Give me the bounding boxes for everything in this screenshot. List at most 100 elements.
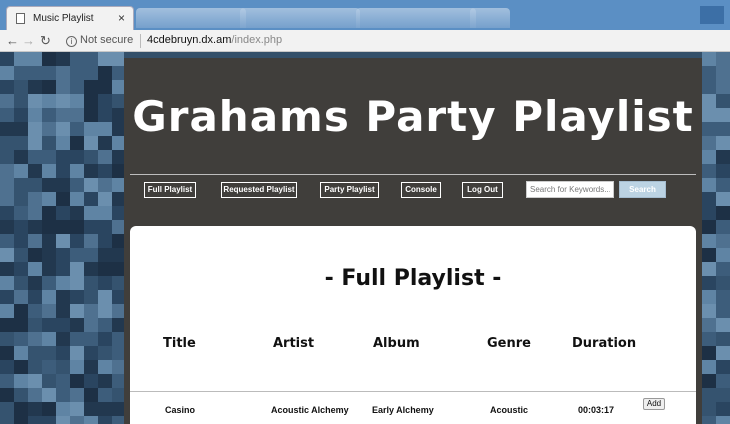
browser-tab-active[interactable]: Music Playlist × [6, 6, 134, 30]
browser-tab-strip: Music Playlist × [0, 0, 730, 30]
camo-tile [716, 94, 730, 108]
camo-tile [98, 234, 112, 248]
column-header-artist: Artist [273, 336, 315, 351]
cell-genre: Acoustic [490, 405, 529, 415]
search-input[interactable] [526, 181, 614, 198]
page-background: Grahams Party Playlist Full Playlist Req… [0, 52, 730, 424]
camo-tile [716, 52, 730, 66]
camo-tile [14, 332, 28, 346]
camo-tile [702, 248, 716, 262]
camo-tile [28, 234, 42, 248]
camo-tile [716, 360, 730, 374]
camo-tile [70, 178, 84, 192]
browser-tab-background[interactable] [240, 8, 360, 28]
camo-tile [70, 304, 84, 318]
url-field[interactable]: 4cdebruyn.dx.am/index.php [147, 34, 282, 46]
camo-tile [112, 234, 124, 248]
camo-tile [42, 234, 56, 248]
camo-tile [112, 304, 124, 318]
camo-tile [28, 206, 42, 220]
url-host: 4cdebruyn.dx.am [147, 34, 232, 46]
camo-tile [716, 66, 730, 80]
camo-tile [702, 290, 716, 304]
add-song-button[interactable]: Add [643, 398, 665, 410]
camo-tile [84, 234, 98, 248]
camo-tile [84, 108, 98, 122]
security-indicator[interactable]: i Not secure [66, 34, 133, 47]
column-header-album: Album [373, 336, 420, 351]
url-path: /index.php [231, 34, 283, 46]
camo-tile [716, 318, 730, 332]
camo-tile [14, 290, 28, 304]
camo-tile [112, 346, 124, 360]
playlist-card: - Full Playlist - Title Artist Album Gen… [130, 226, 696, 424]
camo-tile [112, 318, 124, 332]
page-icon [16, 13, 25, 24]
camo-tile [112, 276, 124, 290]
camo-tile [28, 220, 42, 234]
divider [140, 34, 141, 48]
camo-tile [56, 290, 70, 304]
camo-tile [112, 388, 124, 402]
camo-tile [28, 374, 42, 388]
camo-tile [84, 262, 98, 276]
camo-tile [70, 360, 84, 374]
camo-tile [98, 108, 112, 122]
row-divider [130, 391, 696, 392]
cell-album: Early Alchemy [372, 405, 434, 415]
window-control[interactable] [700, 6, 724, 24]
browser-tab-background[interactable] [136, 8, 246, 28]
forward-arrow-icon[interactable]: → [22, 33, 35, 48]
camo-tile [42, 416, 56, 424]
new-tab-button[interactable] [470, 8, 510, 28]
secure-label: Not secure [80, 34, 134, 46]
camo-tile [112, 66, 124, 80]
back-arrow-icon[interactable]: ← [6, 33, 19, 48]
camo-tile [0, 374, 14, 388]
cell-artist: Acoustic Alchemy [271, 405, 349, 415]
camo-tile [112, 416, 124, 424]
camo-tile [716, 150, 730, 164]
column-header-genre: Genre [487, 336, 531, 351]
search-button[interactable]: Search [619, 181, 666, 198]
camo-tile [98, 318, 112, 332]
camo-tile [716, 374, 730, 388]
camo-tile [0, 94, 14, 108]
tab-title: Music Playlist [33, 13, 94, 24]
camo-tile [716, 220, 730, 234]
column-header-duration: Duration [572, 336, 637, 351]
camo-tile [84, 360, 98, 374]
camo-tile [716, 416, 730, 424]
address-bar: ← → ↻ i Not secure 4cdebruyn.dx.am/index.… [0, 30, 730, 52]
camo-tile [716, 304, 730, 318]
cell-duration: 00:03:17 [578, 405, 615, 415]
camo-tile [84, 416, 98, 424]
tab-close-icon[interactable]: × [118, 11, 125, 25]
info-icon: i [66, 36, 77, 47]
nav-log-out[interactable]: Log Out [462, 182, 503, 198]
browser-tab-background[interactable] [356, 8, 476, 28]
nav-console[interactable]: Console [401, 182, 441, 198]
nav-party-playlist[interactable]: Party Playlist [320, 182, 379, 198]
camo-tile [28, 108, 42, 122]
camo-tile [0, 304, 14, 318]
camo-tile [28, 164, 42, 178]
reload-icon[interactable]: ↻ [40, 33, 51, 49]
camo-tile [70, 122, 84, 136]
camo-tile [70, 276, 84, 290]
camo-tile [56, 220, 70, 234]
nav-full-playlist[interactable]: Full Playlist [144, 182, 196, 198]
camo-tile [84, 206, 98, 220]
header-divider [130, 174, 696, 175]
playlist-heading: - Full Playlist - [324, 266, 502, 291]
camo-tile [112, 248, 124, 262]
nav-requested-playlist[interactable]: Requested Playlist [221, 182, 297, 198]
camo-tile [56, 164, 70, 178]
main-panel: Grahams Party Playlist Full Playlist Req… [124, 58, 702, 424]
cell-title: Casino [165, 405, 196, 415]
camo-tile [112, 108, 124, 122]
column-header-title: Title [163, 336, 196, 351]
camo-tile [0, 262, 14, 276]
camo-tile [84, 122, 98, 136]
camo-tile [112, 374, 124, 388]
